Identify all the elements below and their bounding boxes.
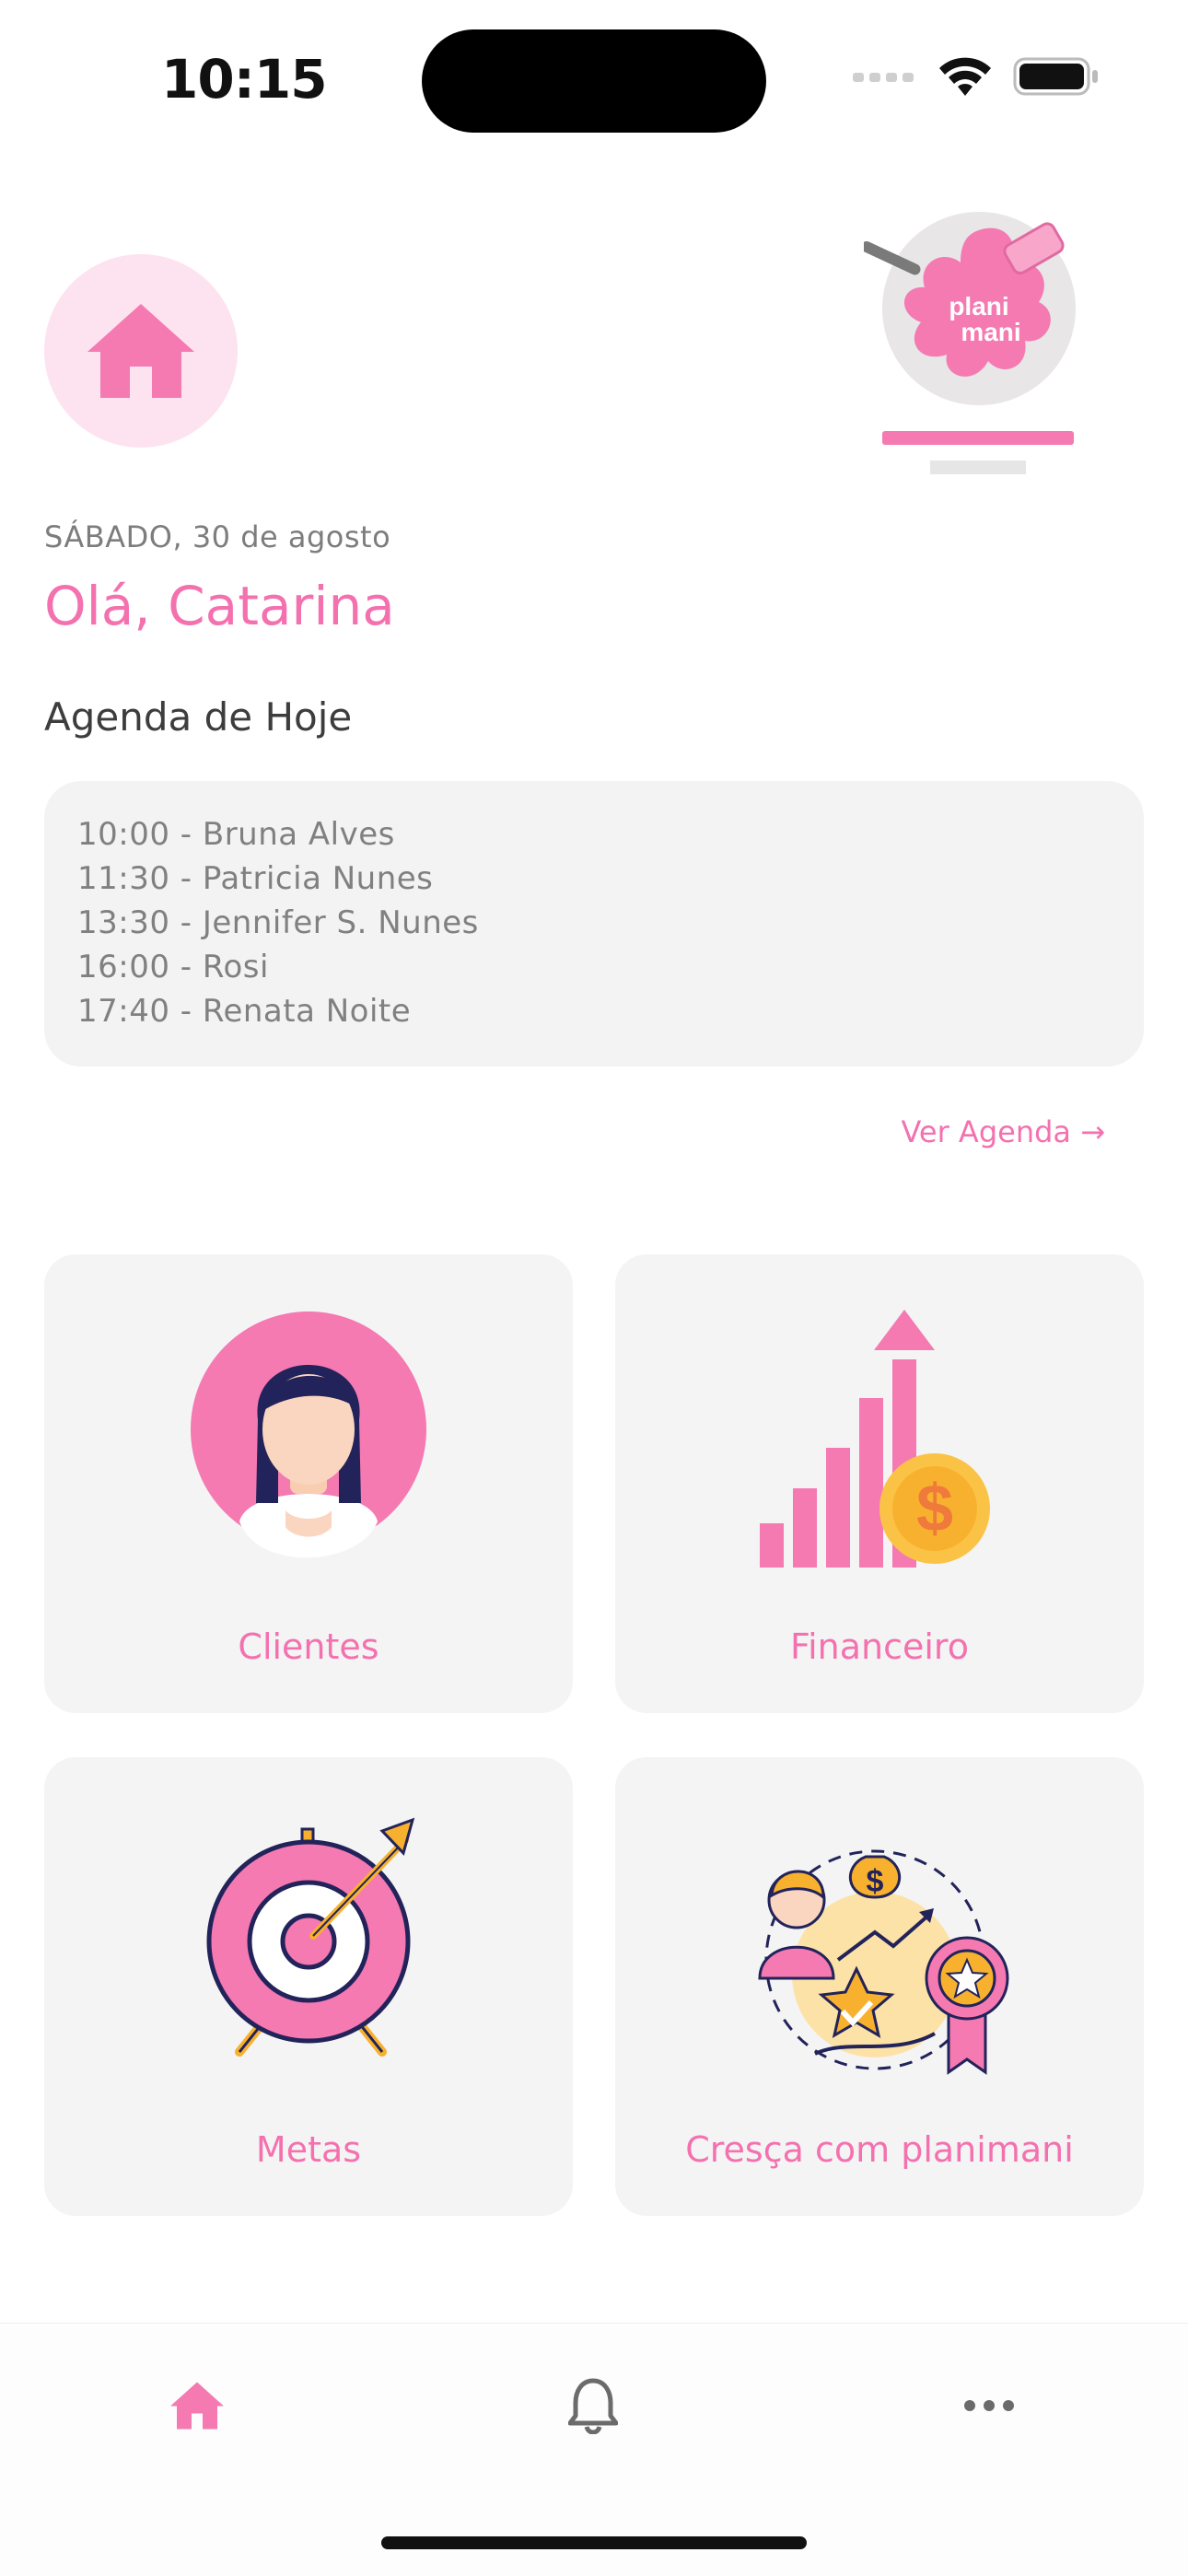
logo-art: plani mani: [864, 222, 1065, 377]
battery-icon: [1013, 57, 1098, 96]
logo-underline-secondary: [930, 460, 1026, 474]
agenda-item: 11:30 - Patricia Nunes: [77, 860, 434, 897]
agenda-item: 17:40 - Renata Noite: [77, 993, 412, 1030]
more-icon: [964, 2400, 1014, 2411]
tile-label: Clientes: [238, 1626, 379, 1667]
current-date: SÁBADO, 30 de agosto: [44, 519, 391, 554]
client-avatar-icon: [191, 1311, 426, 1558]
agenda-card[interactable]: 10:00 - Bruna Alves 11:30 - Patricia Nun…: [44, 781, 1144, 1067]
dynamic-island: [422, 29, 766, 133]
home-button[interactable]: [44, 254, 238, 448]
view-agenda-link[interactable]: Ver Agenda →: [902, 1114, 1106, 1149]
tile-label: Cresça com planimani: [685, 2129, 1074, 2170]
tab-more[interactable]: [952, 2369, 1026, 2442]
agenda-title: Agenda de Hoje: [44, 694, 353, 740]
logo-text-plani: plani: [949, 292, 1008, 321]
brand-logo[interactable]: plani mani: [864, 212, 1076, 405]
status-time: 10:15: [161, 48, 328, 111]
wifi-icon: [939, 57, 991, 96]
home-icon: [170, 2382, 224, 2430]
tab-home[interactable]: [160, 2369, 234, 2442]
greeting-title: Olá, Catarina: [44, 575, 395, 637]
agenda-item: 10:00 - Bruna Alves: [77, 816, 395, 853]
tile-cresca[interactable]: $ Cresça com planimani: [615, 1757, 1144, 2216]
growth-illustration-icon: $: [758, 1849, 1009, 2075]
svg-text:$: $: [916, 1472, 953, 1545]
tile-financeiro[interactable]: $ Financeiro: [615, 1254, 1144, 1713]
logo-underline: [882, 431, 1074, 445]
logo-text-mani: mani: [961, 318, 1020, 346]
home-indicator: [381, 2536, 807, 2549]
signal-icon: [853, 73, 914, 82]
status-icons: [853, 55, 1100, 98]
agenda-item: 16:00 - Rosi: [77, 949, 269, 985]
growth-chart-icon: $: [760, 1310, 990, 1568]
agenda-item: 13:30 - Jennifer S. Nunes: [77, 904, 479, 941]
target-icon: [206, 1817, 415, 2057]
home-icon: [87, 304, 194, 398]
tab-notifications[interactable]: [556, 2369, 630, 2442]
tile-label: Metas: [255, 2129, 362, 2170]
tile-metas[interactable]: Metas: [44, 1757, 573, 2216]
svg-text:$: $: [867, 1864, 884, 1899]
bell-icon: [568, 2378, 618, 2434]
tile-clientes[interactable]: Clientes: [44, 1254, 573, 1713]
tile-label: Financeiro: [790, 1626, 969, 1667]
